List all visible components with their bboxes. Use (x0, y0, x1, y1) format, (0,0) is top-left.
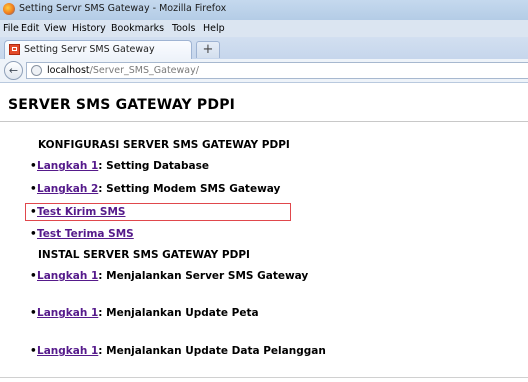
list-item: •Langkah 1: Menjalankan Update Data Pela… (30, 345, 326, 357)
address-bar[interactable]: localhost/Server_SMS_Gateway/ (26, 62, 528, 79)
menu-edit[interactable]: Edit (21, 23, 39, 34)
item-text: : Menjalankan Server SMS Gateway (98, 270, 309, 282)
langkah-1-database-link[interactable]: Langkah 1 (37, 160, 98, 172)
navigation-bar: ← localhost/Server_SMS_Gateway/ (0, 59, 528, 83)
url-path: /Server_SMS_Gateway/ (89, 65, 199, 76)
bullet: • (30, 345, 37, 357)
menu-tools[interactable]: Tools (172, 23, 195, 34)
menu-history-label: History (72, 23, 106, 34)
bullet: • (30, 160, 37, 172)
globe-icon (31, 65, 42, 76)
list-item: •Langkah 1: Menjalankan Server SMS Gatew… (30, 270, 308, 282)
page-title: SERVER SMS GATEWAY PDPI (8, 97, 236, 113)
item-text: : Menjalankan Update Data Pelanggan (98, 345, 326, 357)
menu-help[interactable]: Help (203, 23, 225, 34)
menu-help-label: Help (203, 23, 225, 34)
menu-history[interactable]: History (72, 23, 106, 34)
menu-view[interactable]: View (44, 23, 67, 34)
bullet: • (30, 183, 37, 195)
bullet: • (30, 270, 37, 282)
langkah-1-pelanggan-link[interactable]: Langkah 1 (37, 345, 98, 357)
test-terima-sms-link[interactable]: Test Terima SMS (37, 228, 134, 240)
menu-file-label: File (3, 23, 19, 34)
bullet: • (30, 228, 37, 240)
back-button[interactable]: ← (4, 61, 23, 80)
url-host: localhost (47, 65, 90, 76)
list-item: •Langkah 2: Setting Modem SMS Gateway (30, 183, 280, 195)
tab-label: Setting Servr SMS Gateway (24, 44, 155, 55)
item-text: : Setting Database (98, 160, 209, 172)
firefox-icon (3, 3, 15, 15)
menu-file[interactable]: File (3, 23, 19, 34)
list-item: •Test Terima SMS (30, 228, 134, 240)
section-heading-install: INSTAL SERVER SMS GATEWAY PDPI (38, 249, 250, 261)
langkah-1-server-link[interactable]: Langkah 1 (37, 270, 98, 282)
window-title: Setting Servr SMS Gateway - Mozilla Fire… (19, 3, 227, 14)
menu-bookmarks-label: Bookmarks (111, 23, 165, 34)
browser-window: Setting Servr SMS Gateway - Mozilla Fire… (0, 0, 528, 382)
langkah-1-peta-link[interactable]: Langkah 1 (37, 307, 98, 319)
new-tab-button[interactable]: + (196, 41, 220, 58)
item-text: : Menjalankan Update Peta (98, 307, 259, 319)
tab-strip: Setting Servr SMS Gateway + (0, 37, 528, 59)
back-arrow-icon: ← (8, 64, 19, 77)
list-item: •Langkah 1: Menjalankan Update Peta (30, 307, 259, 319)
list-item: •Langkah 1: Setting Database (30, 160, 209, 172)
menu-view-label: View (44, 23, 67, 34)
url-text: localhost/Server_SMS_Gateway/ (47, 65, 199, 76)
list-item: •Test Kirim SMS (30, 206, 126, 218)
section-heading-config: KONFIGURASI SERVER SMS GATEWAY PDPI (38, 139, 290, 151)
menu-bookmarks[interactable]: Bookmarks (111, 23, 164, 34)
menu-bar: File Edit View History Bookmarks Tools H… (0, 20, 528, 37)
title-bar: Setting Servr SMS Gateway - Mozilla Fire… (0, 0, 528, 20)
favicon-icon (9, 44, 20, 55)
menu-edit-label: Edit (21, 23, 40, 34)
bottom-divider (0, 377, 528, 378)
test-kirim-sms-link[interactable]: Test Kirim SMS (37, 206, 126, 218)
bullet: • (30, 307, 37, 319)
langkah-2-modem-link[interactable]: Langkah 2 (37, 183, 98, 195)
bullet: • (30, 206, 37, 218)
title-divider (0, 121, 528, 122)
tab-active[interactable]: Setting Servr SMS Gateway (4, 40, 192, 59)
item-text: : Setting Modem SMS Gateway (98, 183, 281, 195)
page-content: SERVER SMS GATEWAY PDPI KONFIGURASI SERV… (0, 83, 528, 382)
menu-tools-label: Tools (172, 23, 196, 34)
